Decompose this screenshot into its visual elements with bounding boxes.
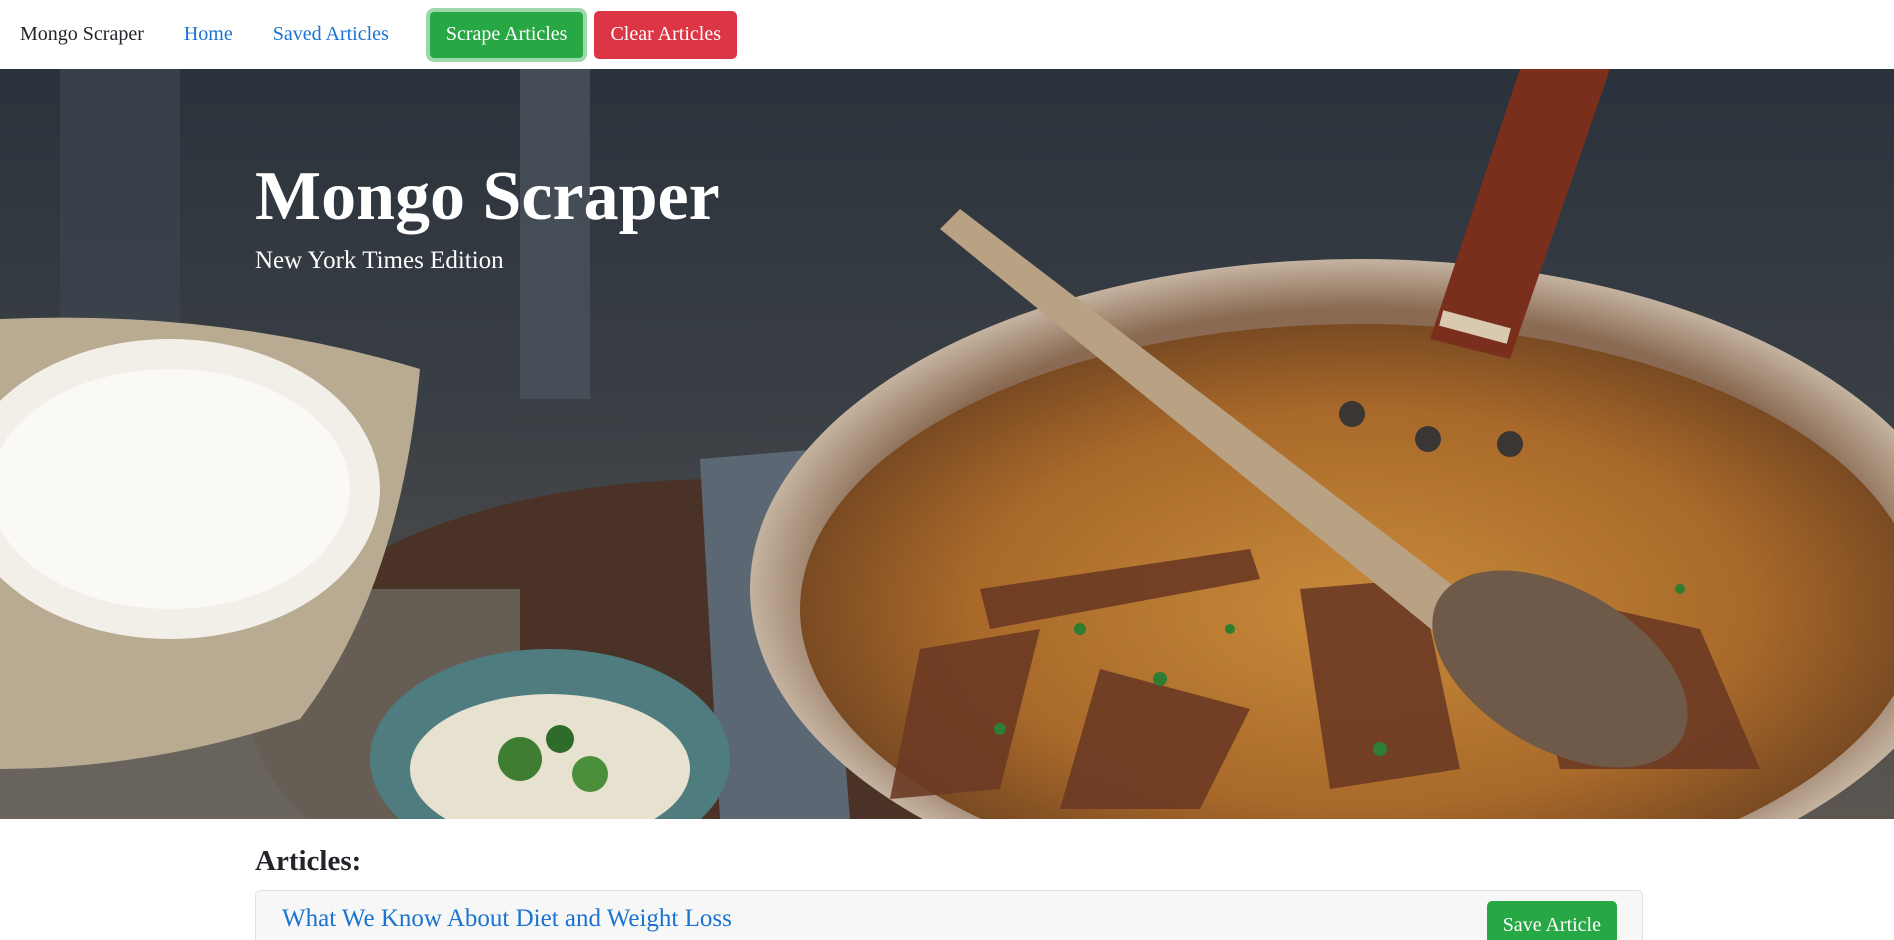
hero-title: Mongo Scraper [255, 158, 720, 235]
article-card: What We Know About Diet and Weight Loss … [255, 890, 1643, 940]
save-article-button[interactable]: Save Article [1486, 901, 1617, 940]
scrape-articles-button[interactable]: Scrape Articles [428, 10, 585, 59]
navbar: Mongo Scraper Home Saved Articles Scrape… [0, 0, 1894, 69]
clear-articles-button[interactable]: Clear Articles [594, 10, 737, 59]
navbar-brand[interactable]: Mongo Scraper [20, 23, 144, 46]
nav-link-home[interactable]: Home [184, 23, 233, 46]
nav-link-saved-articles[interactable]: Saved Articles [273, 23, 389, 46]
articles-heading: Articles: [255, 845, 362, 877]
article-title-link[interactable]: What We Know About Diet and Weight Loss [282, 905, 732, 933]
hero-jumbotron: Mongo Scraper New York Times Edition [0, 69, 1894, 819]
hero-subtitle: New York Times Edition [255, 247, 504, 274]
